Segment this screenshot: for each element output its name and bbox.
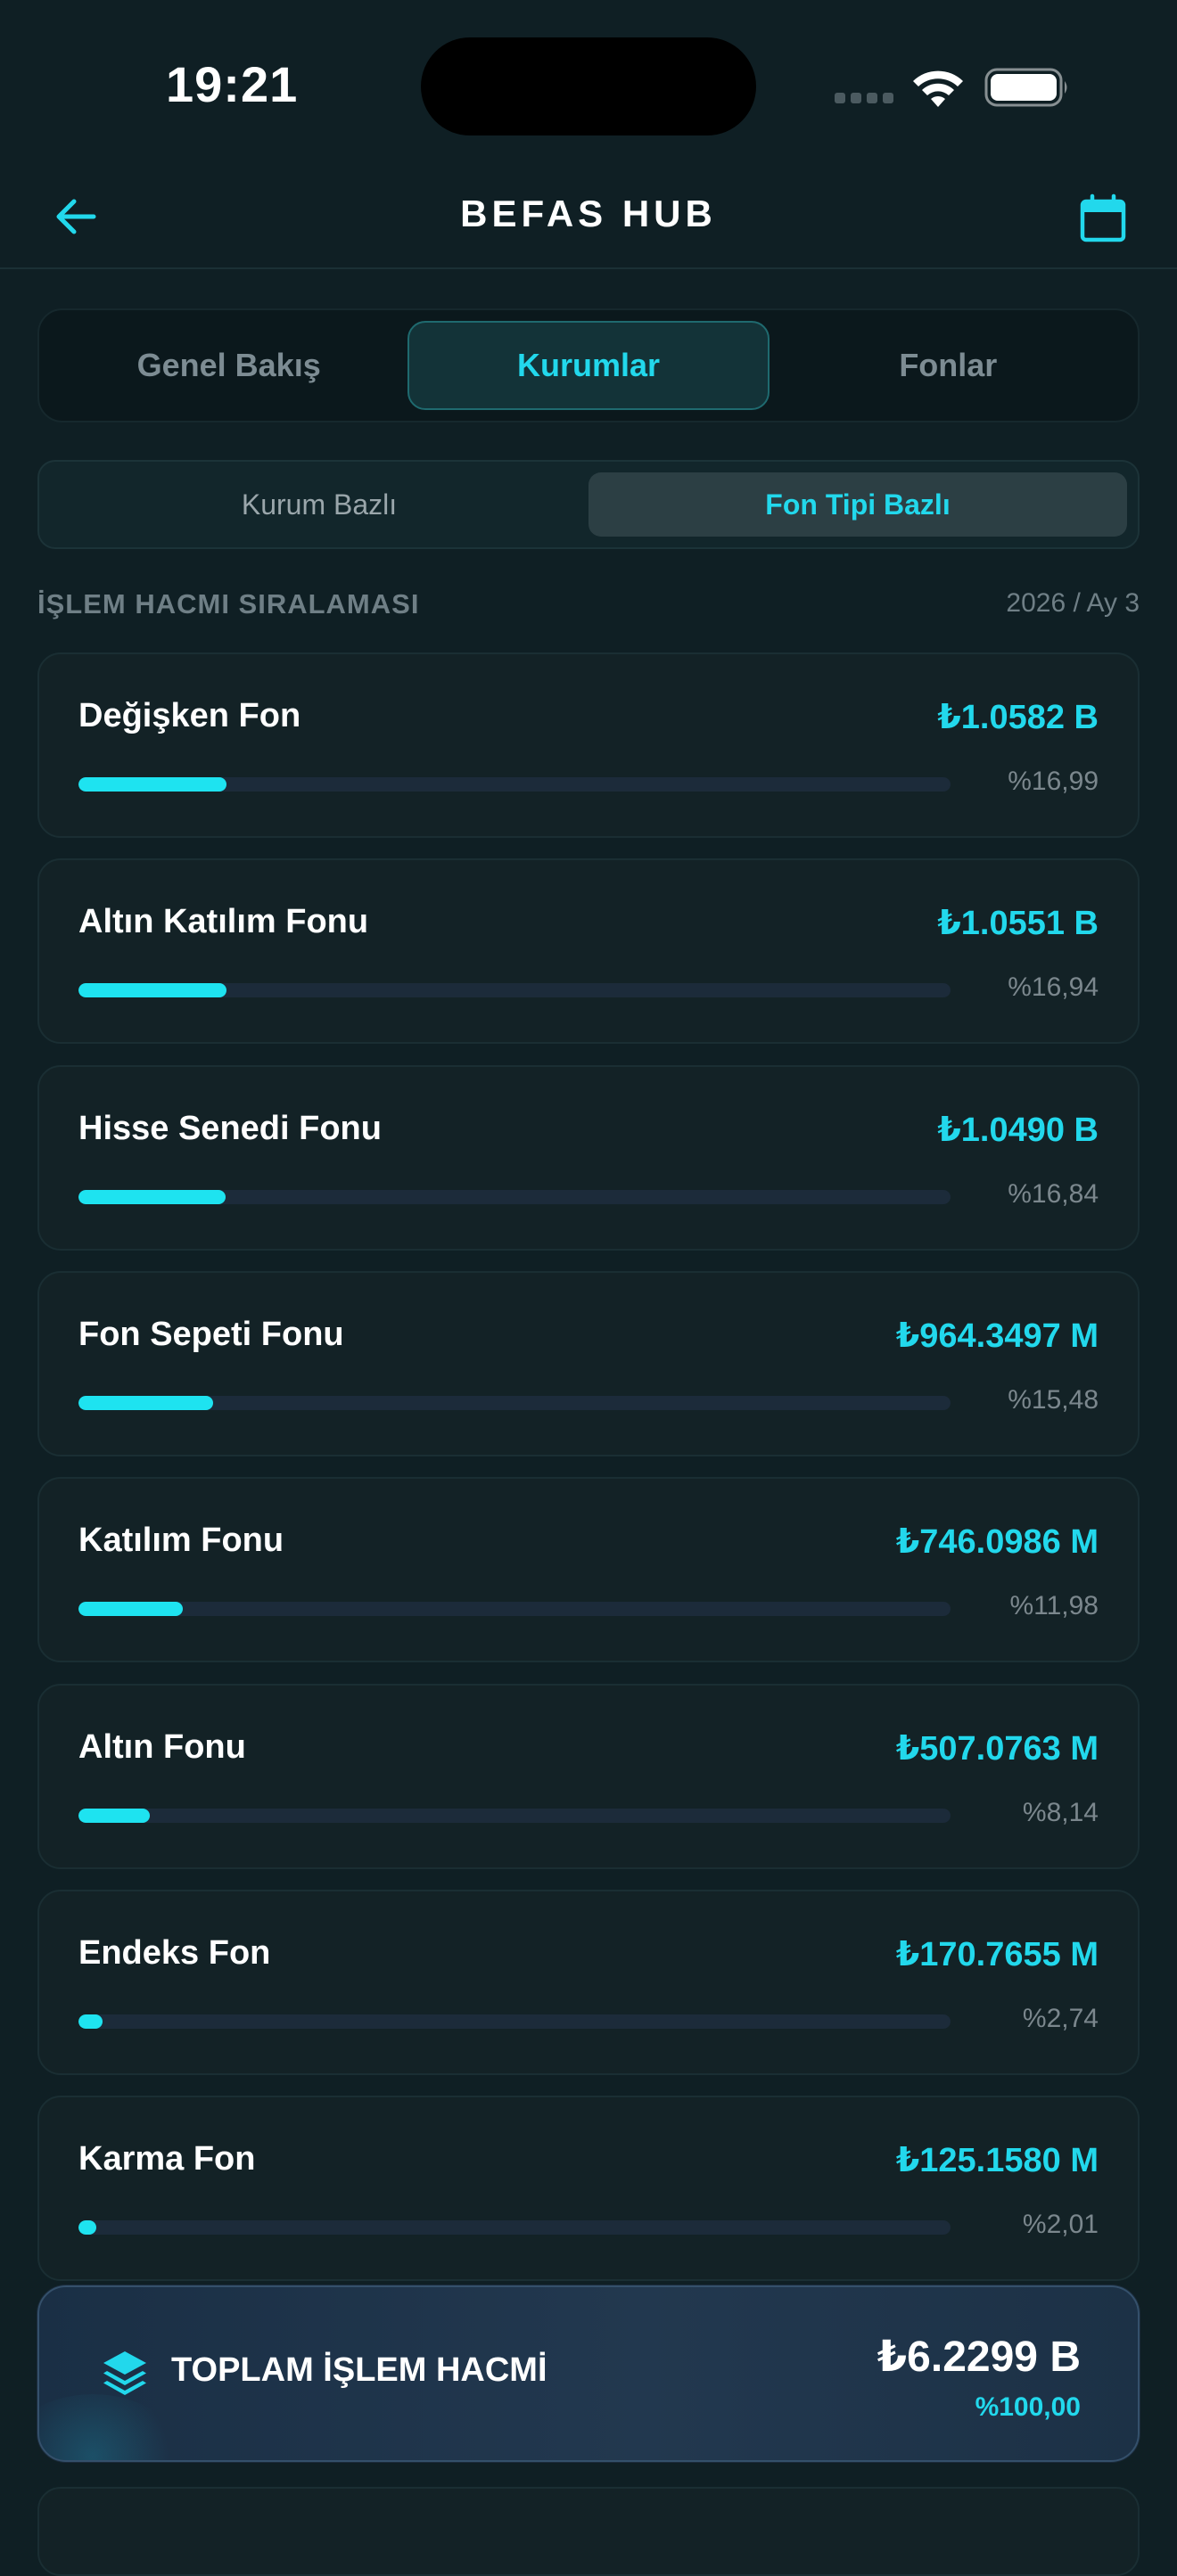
list-item[interactable]: Altın Katılım Fonu ₺1.0551 B %16,94 xyxy=(37,858,1140,1044)
tab-genel-bakis[interactable]: Genel Bakış xyxy=(50,321,407,410)
share-bar-fill xyxy=(78,1809,150,1823)
share-bar-fill xyxy=(78,1602,184,1616)
wifi-icon xyxy=(913,70,963,107)
section-period: 2026 / Ay 3 xyxy=(1006,588,1140,618)
layers-icon xyxy=(103,2351,146,2395)
fund-type-name: Katılım Fonu xyxy=(78,1522,284,1559)
share-bar-fill xyxy=(78,1190,226,1204)
list-item-partial[interactable] xyxy=(37,2487,1140,2576)
share-bar-fill xyxy=(78,2220,96,2235)
fund-type-share: %16,94 xyxy=(1008,972,1099,1002)
fund-type-name: Hisse Senedi Fonu xyxy=(78,1110,382,1147)
list-item[interactable]: Karma Fon ₺125.1580 M %2,01 xyxy=(37,2096,1140,2281)
total-label: TOPLAM İŞLEM HACMİ xyxy=(171,2351,547,2389)
battery-icon xyxy=(984,68,1067,107)
share-bar xyxy=(78,983,951,997)
tab-fonlar[interactable]: Fonlar xyxy=(770,321,1127,410)
list-item[interactable]: Endeks Fon ₺170.7655 M %2,74 xyxy=(37,1890,1140,2075)
main-tabs: Genel Bakış Kurumlar Fonlar xyxy=(37,308,1140,422)
share-bar xyxy=(78,1190,951,1204)
calendar-button[interactable] xyxy=(1070,185,1136,251)
total-glow xyxy=(39,2394,182,2460)
total-percent: %100,00 xyxy=(975,2392,1081,2422)
fund-type-name: Karma Fon xyxy=(78,2140,256,2178)
tab-kurumlar[interactable]: Kurumlar xyxy=(407,321,770,410)
list-item[interactable]: Hisse Senedi Fonu ₺1.0490 B %16,84 xyxy=(37,1065,1140,1251)
status-time: 19:21 xyxy=(166,56,299,112)
share-bar-fill xyxy=(78,777,227,792)
tab-fon-tipi-bazli[interactable]: Fon Tipi Bazlı xyxy=(588,472,1127,537)
share-bar-fill xyxy=(78,2014,103,2029)
fund-type-volume: ₺746.0986 M xyxy=(895,1523,1099,1561)
fund-type-share: %15,48 xyxy=(1008,1385,1099,1415)
share-bar xyxy=(78,1396,951,1410)
share-bar xyxy=(78,2014,951,2029)
total-volume-card: TOPLAM İŞLEM HACMİ ₺6.2299 B %100,00 xyxy=(37,2285,1140,2462)
section-title: İŞLEM HACMI SIRALAMASI xyxy=(37,588,420,619)
fund-type-name: Altın Fonu xyxy=(78,1728,246,1766)
fund-type-volume: ₺1.0582 B xyxy=(937,699,1099,736)
dynamic-island xyxy=(421,37,756,135)
fund-type-volume: ₺964.3497 M xyxy=(895,1317,1099,1355)
app-header: BEFAS HUB xyxy=(0,169,1177,269)
status-bar: 19:21 xyxy=(0,0,1177,169)
sub-tabs: Kurum Bazlı Fon Tipi Bazlı xyxy=(37,460,1140,549)
total-value: ₺6.2299 B xyxy=(877,2334,1081,2381)
fund-type-share: %11,98 xyxy=(1009,1591,1099,1620)
fund-type-share: %16,84 xyxy=(1008,1179,1099,1209)
fund-type-share: %2,74 xyxy=(1022,2004,1099,2033)
tab-kurum-bazli[interactable]: Kurum Bazlı xyxy=(50,472,588,537)
fund-type-name: Değişken Fon xyxy=(78,697,301,734)
fund-type-volume: ₺1.0551 B xyxy=(937,905,1099,942)
share-bar-fill xyxy=(78,1396,214,1410)
share-bar-fill xyxy=(78,983,226,997)
fund-type-name: Fon Sepeti Fonu xyxy=(78,1316,344,1353)
fund-type-share: %8,14 xyxy=(1022,1798,1099,1827)
fund-type-share: %16,99 xyxy=(1008,767,1099,796)
share-bar xyxy=(78,2220,951,2235)
fund-type-volume: ₺170.7655 M xyxy=(895,1936,1099,1973)
fund-type-volume: ₺507.0763 M xyxy=(895,1730,1099,1768)
cellular-signal-icon xyxy=(835,93,893,103)
calendar-icon xyxy=(1080,193,1126,242)
list-item[interactable]: Altın Fonu ₺507.0763 M %8,14 xyxy=(37,1684,1140,1869)
page-title: BEFAS HUB xyxy=(460,193,717,234)
share-bar xyxy=(78,777,951,792)
share-bar xyxy=(78,1809,951,1823)
fund-type-name: Endeks Fon xyxy=(78,1934,271,1972)
fund-type-volume: ₺1.0490 B xyxy=(937,1112,1099,1149)
list-item[interactable]: Katılım Fonu ₺746.0986 M %11,98 xyxy=(37,1477,1140,1662)
list-item[interactable]: Değişken Fon ₺1.0582 B %16,99 xyxy=(37,652,1140,838)
fund-type-share: %2,01 xyxy=(1022,2210,1099,2239)
fund-type-volume: ₺125.1580 M xyxy=(895,2142,1099,2179)
share-bar xyxy=(78,1602,951,1616)
fund-type-name: Altın Katılım Fonu xyxy=(78,903,369,940)
list-item[interactable]: Fon Sepeti Fonu ₺964.3497 M %15,48 xyxy=(37,1271,1140,1456)
